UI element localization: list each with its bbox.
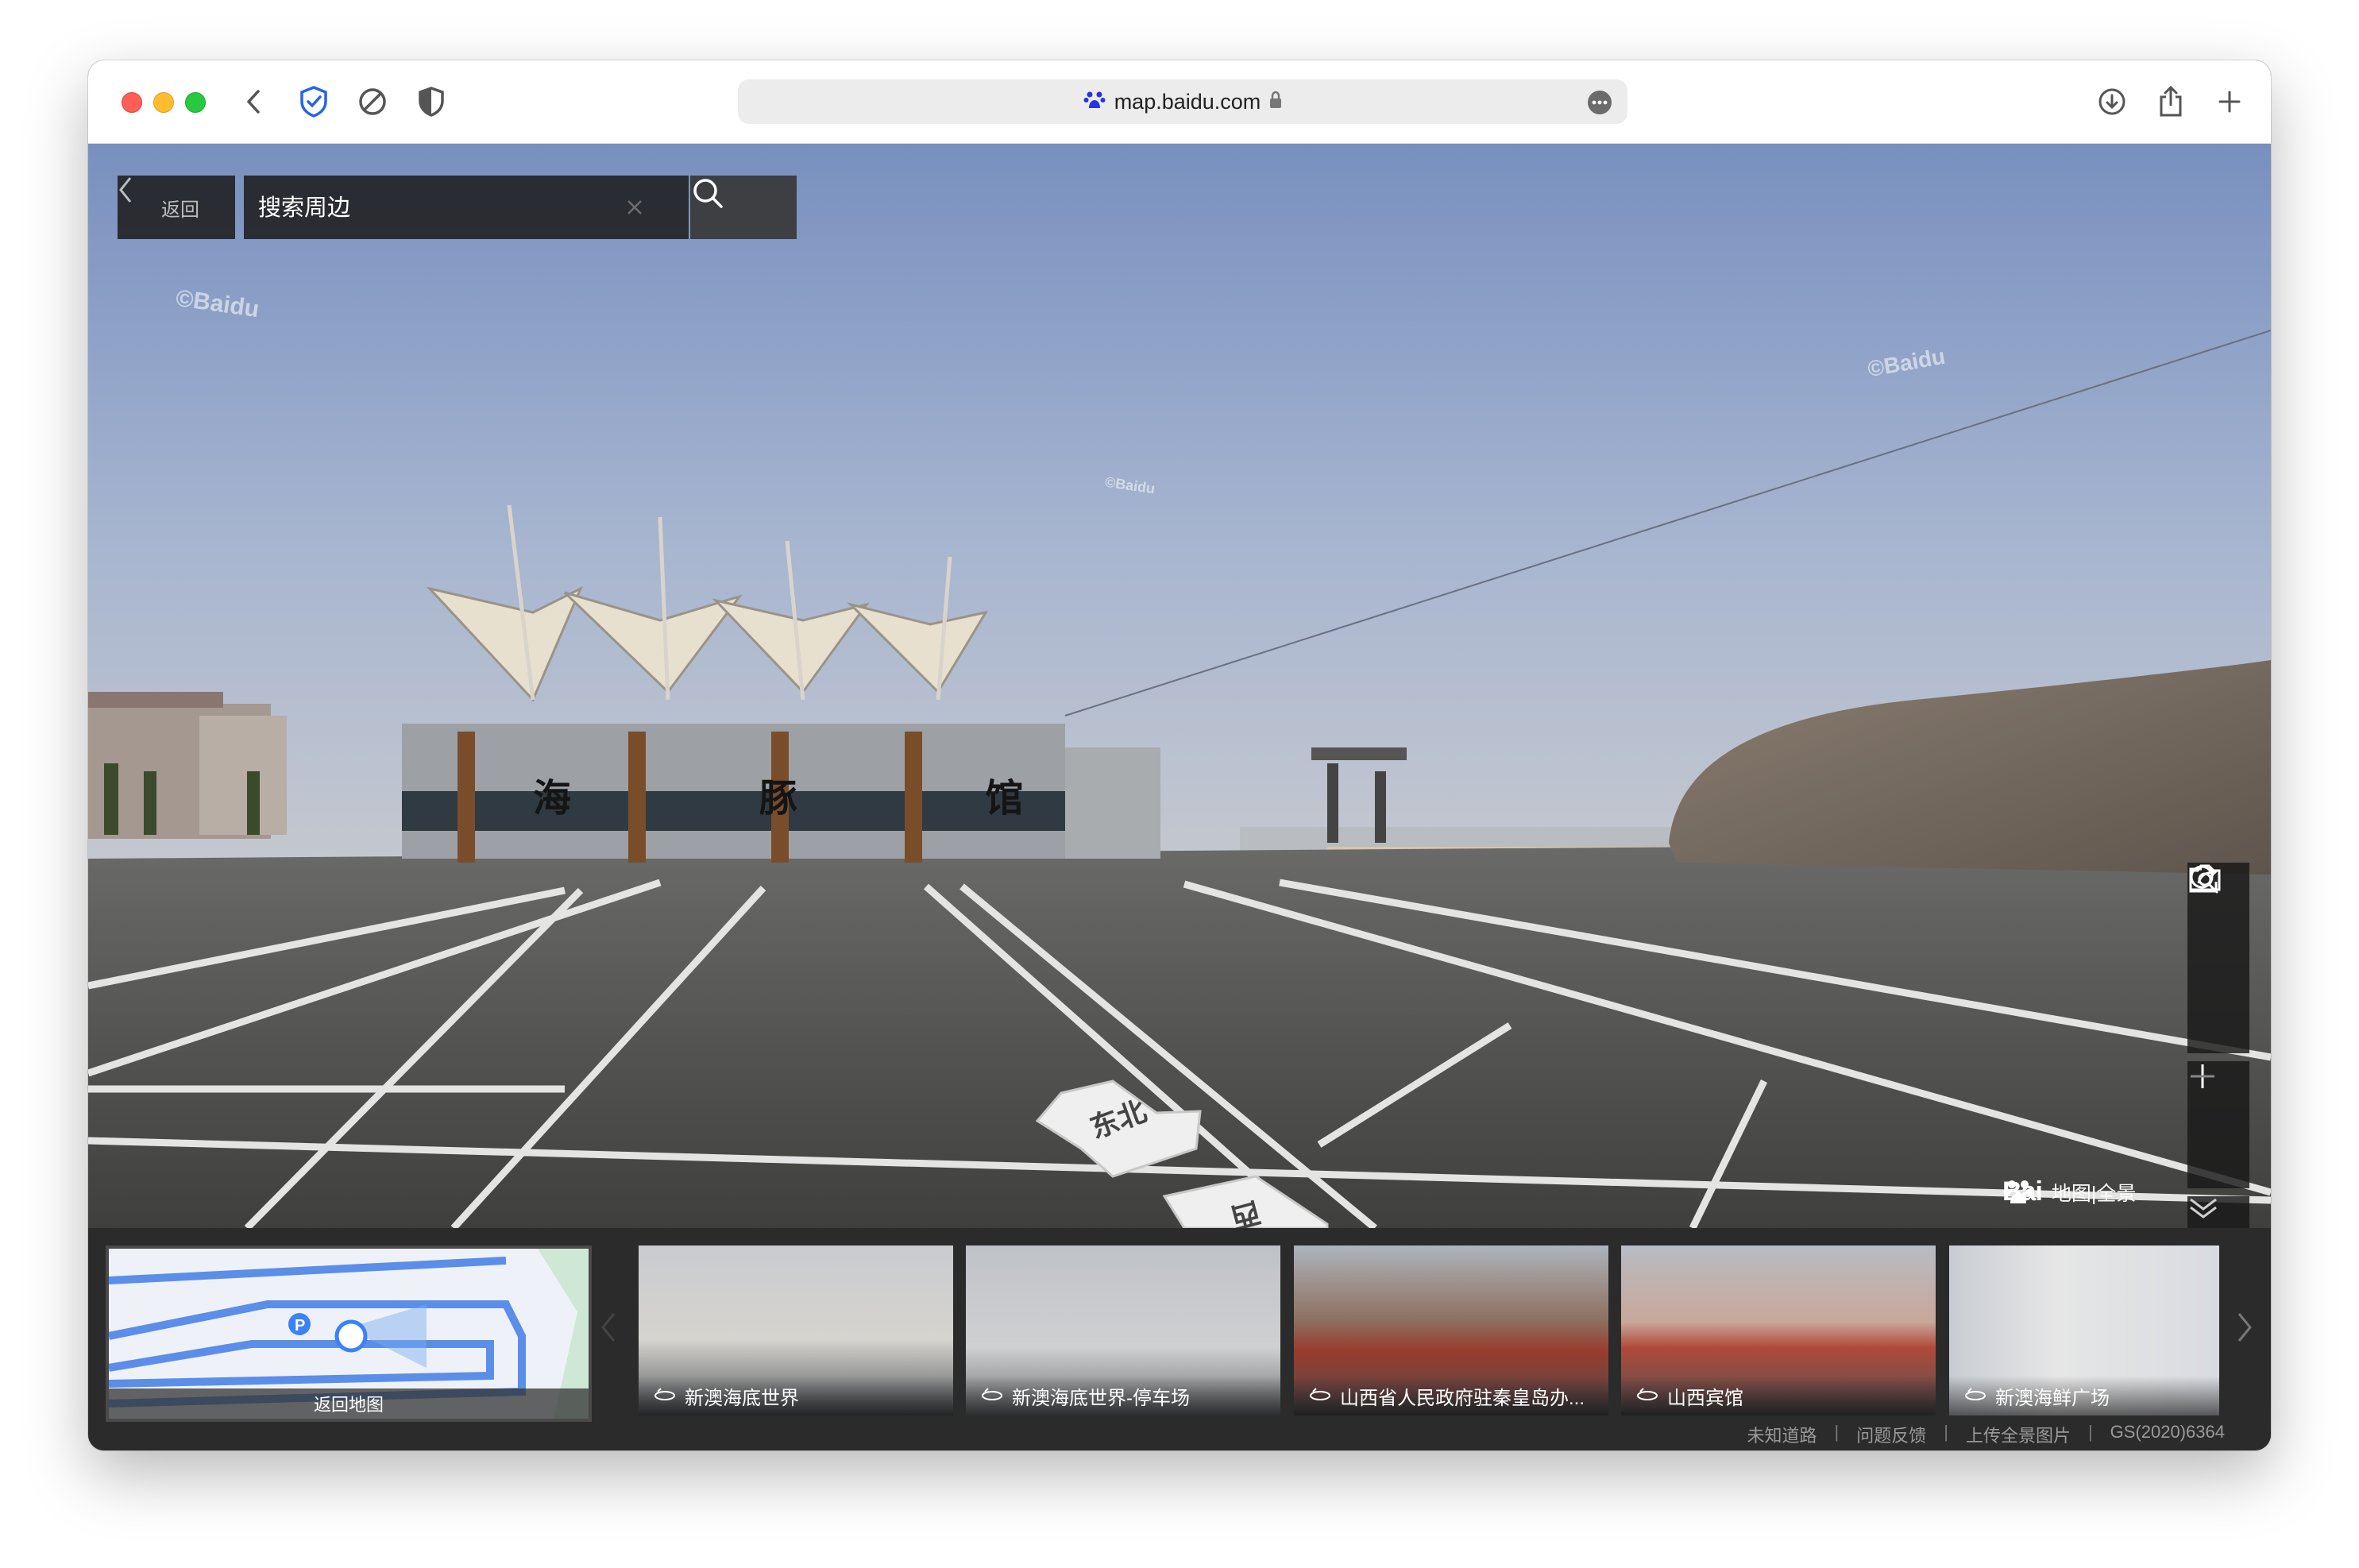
minimize-window-button[interactable] <box>153 92 174 113</box>
block-icon[interactable] <box>355 84 390 119</box>
return-to-map-label: 返回地图 <box>109 1388 589 1419</box>
share-page-icon[interactable] <box>2153 84 2188 119</box>
tools-panel <box>2187 863 2249 1053</box>
panorama-circle-icon <box>980 1385 1004 1407</box>
nearby-thumbnail[interactable]: 山西宾馆 <box>1621 1246 1936 1415</box>
panorama-scene <box>88 144 2271 1228</box>
zoom-out-button[interactable] <box>2187 1075 2249 1188</box>
zoom-panel <box>2187 1061 2249 1188</box>
lock-icon <box>1268 91 1283 114</box>
nearby-search-input[interactable] <box>244 176 633 241</box>
back-nav-icon[interactable] <box>236 84 271 119</box>
zoom-window-button[interactable] <box>185 92 206 113</box>
street-view-panorama[interactable]: 海 豚 馆 东北 西 ©Baidu ©Baidu ©Baidu 返回 搜索周边 … <box>88 144 2271 1228</box>
svg-text:P: P <box>295 1317 305 1334</box>
thumbnail-caption: 新澳海鲜广场 <box>1949 1376 2219 1415</box>
panorama-circle-icon <box>1308 1385 1332 1407</box>
panorama-circle-icon <box>1963 1385 1987 1407</box>
building-sign: 海 豚 馆 <box>533 776 1111 821</box>
strip-next-icon[interactable] <box>2233 1307 2257 1347</box>
nearby-thumbnail[interactable]: 山西省人民政府驻秦皇岛办... <box>1294 1246 1608 1415</box>
upload-link[interactable]: 上传全景图片 <box>1966 1422 2071 1447</box>
back-button-label: 返回 <box>161 199 199 221</box>
thumbnail-caption: 新澳海底世界 <box>639 1376 953 1415</box>
share-button[interactable] <box>2187 865 2249 1053</box>
thumbnail-label: 山西省人民政府驻秦皇岛办... <box>1340 1387 1585 1409</box>
road-name: 未知道路 <box>1747 1426 1817 1446</box>
panorama-circle-icon <box>1635 1385 1659 1407</box>
privacy-shield-icon[interactable] <box>296 84 331 119</box>
thumbnail-label: 山西宾馆 <box>1667 1387 1743 1409</box>
minimap[interactable]: P 返回地图 <box>106 1246 592 1422</box>
half-shield-icon[interactable] <box>414 84 449 119</box>
search-button[interactable] <box>690 176 797 239</box>
footer-links: 未知道路 | 问题反馈 | 上传全景图片 | GS(2020)6364 <box>1747 1422 2225 1447</box>
back-button[interactable]: 返回 <box>118 176 235 239</box>
feedback-link[interactable]: 问题反馈 <box>1856 1422 1926 1447</box>
thumbnail-label: 新澳海底世界 <box>685 1387 799 1409</box>
thumbnail-caption: 新澳海底世界-停车场 <box>966 1376 1280 1415</box>
downloads-icon[interactable] <box>2095 84 2129 119</box>
close-window-button[interactable] <box>122 92 142 113</box>
page-menu-icon[interactable] <box>1588 91 1612 114</box>
logo-product: 地图|全景 <box>2051 1182 2137 1205</box>
license-text: GS(2020)6364 <box>2110 1422 2225 1442</box>
thumbnail-label: 新澳海底世界-停车场 <box>1012 1387 1190 1409</box>
baidu-panorama-logo: Bai 地图|全景 <box>2002 1176 2136 1207</box>
nearby-search-box <box>244 176 689 241</box>
address-bar[interactable]: map.baidu.com <box>738 79 1627 124</box>
screenshot-button[interactable] <box>2187 864 2249 990</box>
nearby-panorama-strip: P 返回地图 新澳海底世界 新澳海底世界-停车场 山西省人民政府驻秦皇岛办...… <box>88 1228 2271 1450</box>
browser-window: map.baidu.com 海 豚 馆 东北 西 ©Baidu ©Baidu ©… <box>88 60 2271 1450</box>
title-bar: map.baidu.com <box>88 60 2271 144</box>
panorama-circle-icon <box>653 1385 677 1407</box>
nearby-thumbnail[interactable]: 新澳海底世界-停车场 <box>966 1246 1280 1415</box>
thumbnail-caption: 山西省人民政府驻秦皇岛办... <box>1294 1376 1608 1415</box>
strip-prev-icon[interactable] <box>597 1307 620 1347</box>
site-favicon-icon <box>1083 88 1106 116</box>
clear-icon[interactable] <box>622 195 647 220</box>
url-text: map.baidu.com <box>1114 89 1261 114</box>
new-tab-icon[interactable] <box>2212 84 2247 119</box>
nearby-thumbnail[interactable]: 新澳海底世界 <box>639 1246 953 1415</box>
thumbnail-caption: 山西宾馆 <box>1621 1376 1936 1415</box>
collapse-strip-button[interactable] <box>2187 1196 2249 1228</box>
thumbnail-label: 新澳海鲜广场 <box>1995 1387 2110 1409</box>
nearby-thumbnail[interactable]: 新澳海鲜广场 <box>1949 1246 2219 1415</box>
